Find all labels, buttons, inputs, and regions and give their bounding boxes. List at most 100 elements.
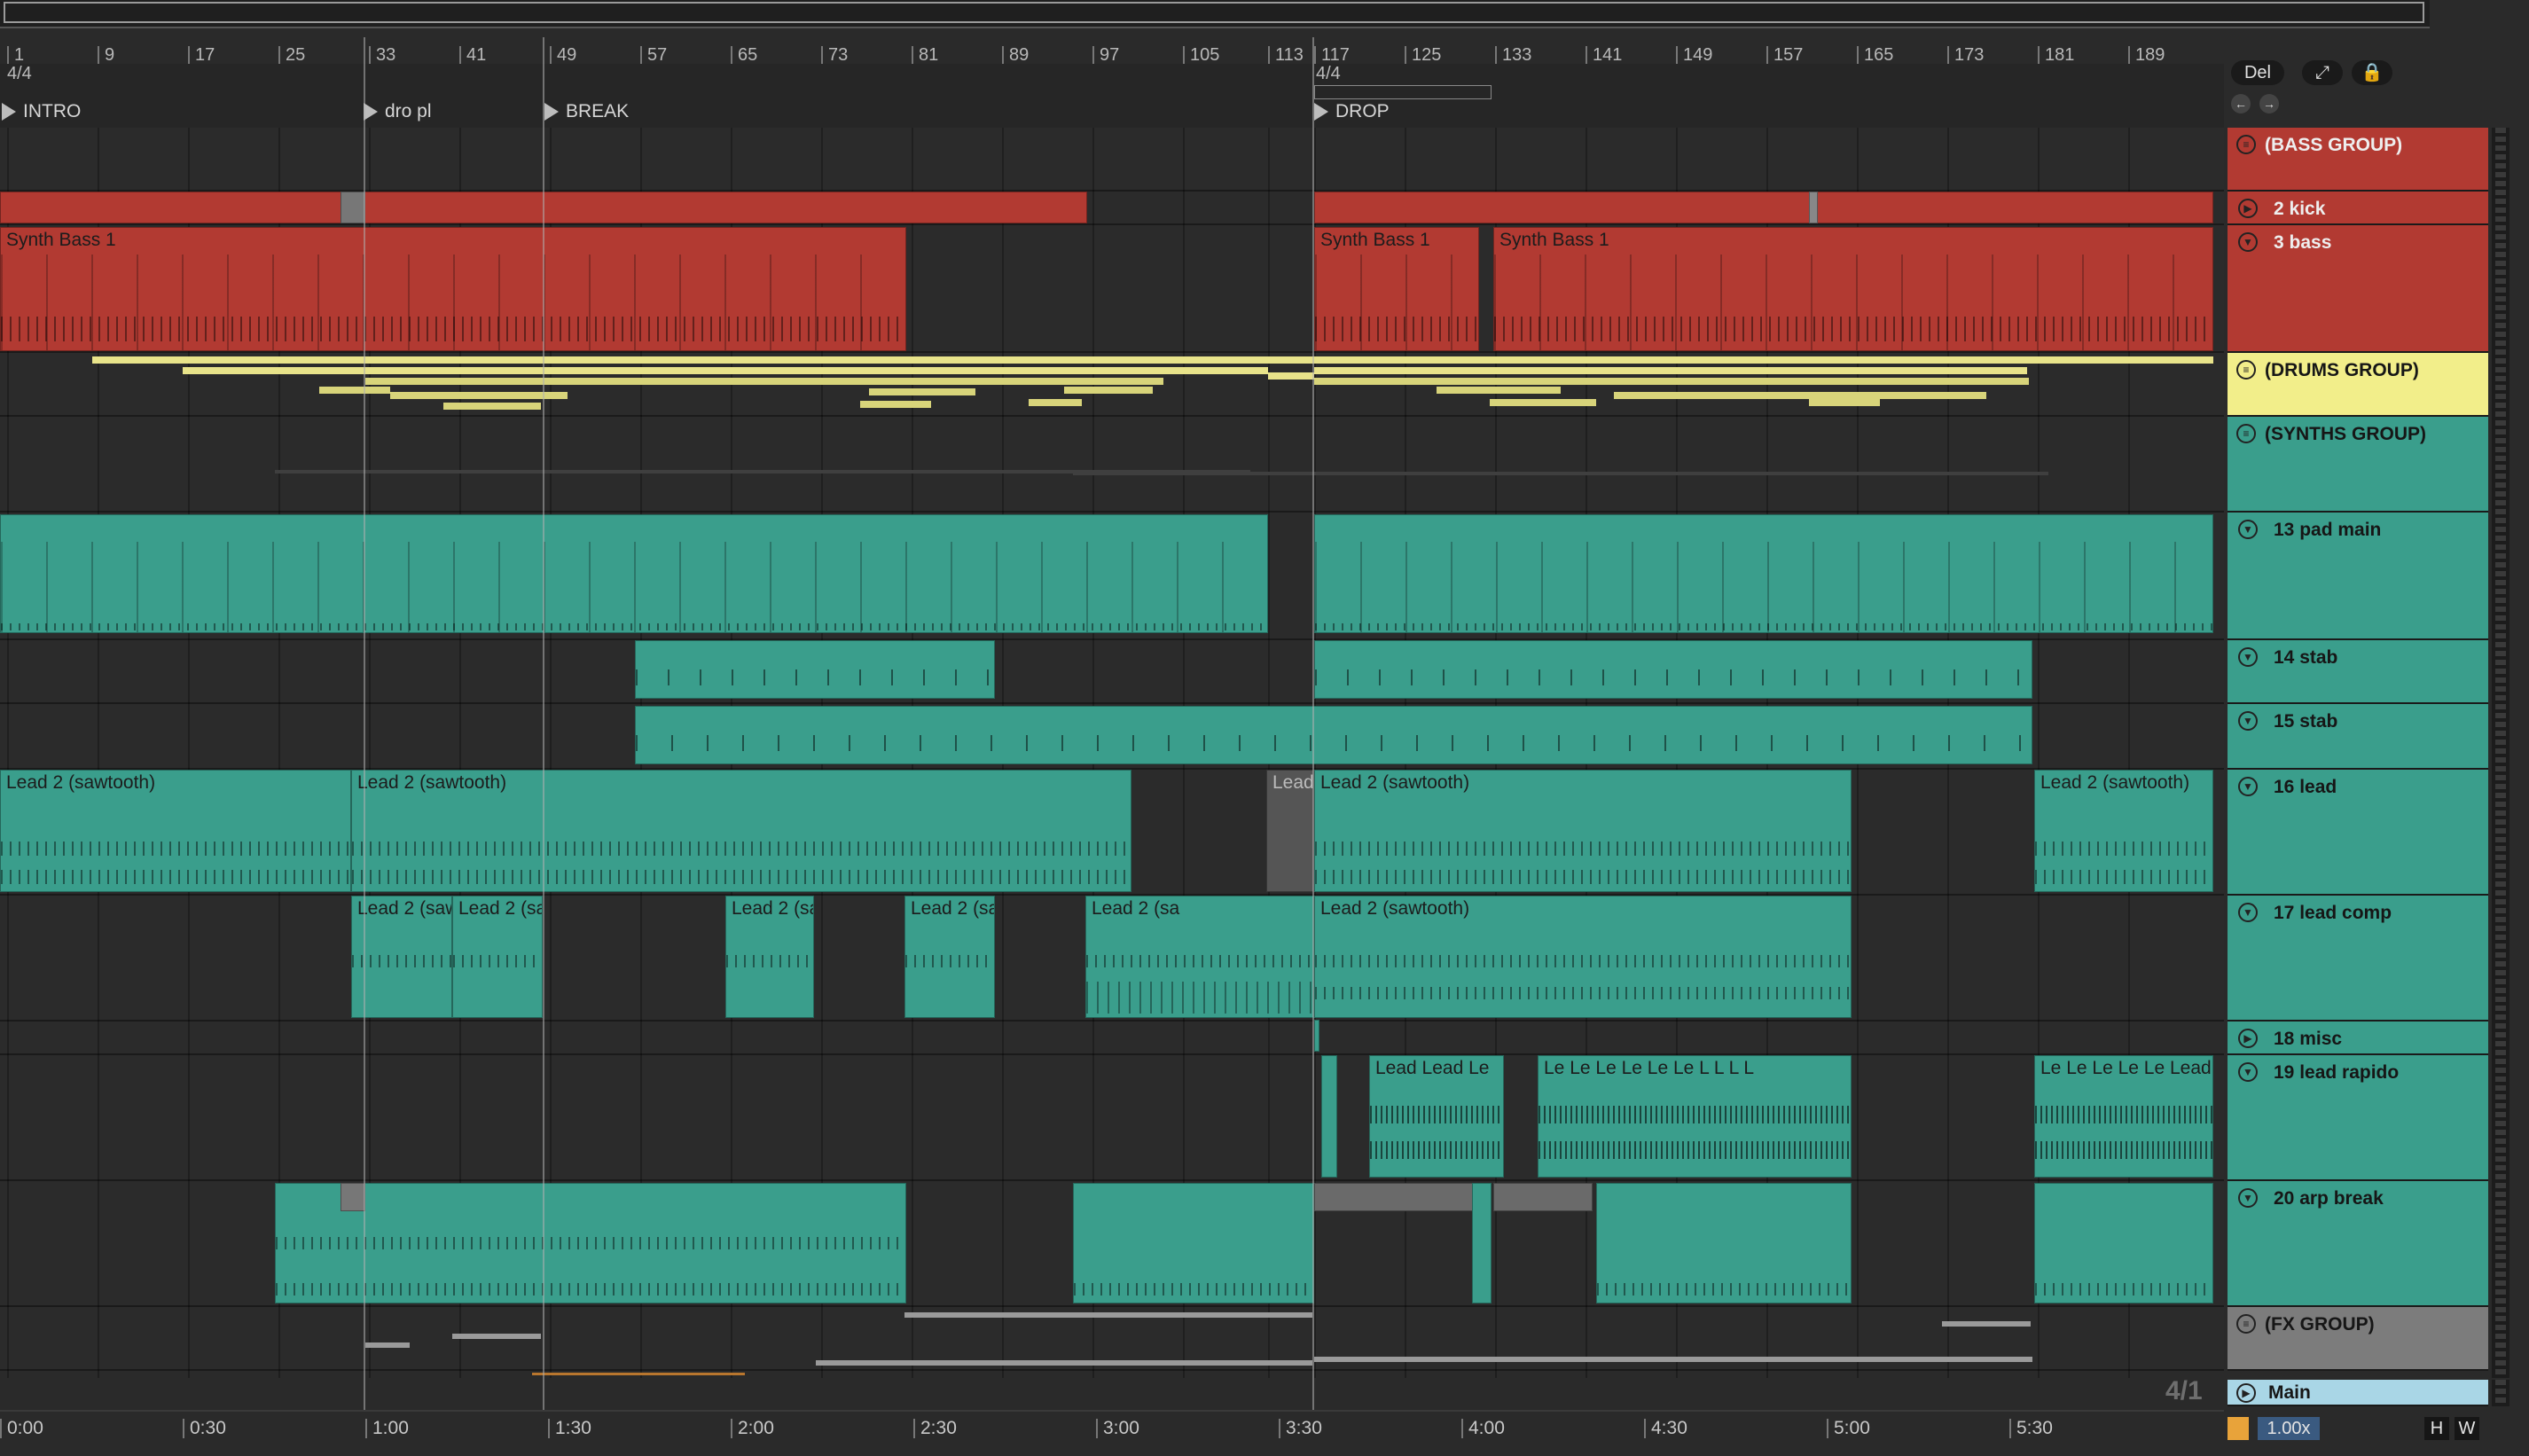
play-icon[interactable]: ▶: [2238, 1029, 2258, 1048]
clip-arp-disabled[interactable]: [1493, 1183, 1593, 1211]
clip-lead-comp[interactable]: Lead 2 (sa: [452, 896, 543, 1018]
collapse-icon[interactable]: ▼: [2238, 711, 2258, 731]
clip-synth-bass[interactable]: Synth Bass 1: [0, 227, 906, 351]
lane-bass-group[interactable]: [0, 128, 2224, 192]
clip-lead-rapido[interactable]: Le Le Le Le Le Lead 1: [2034, 1055, 2213, 1178]
track-header-bass[interactable]: ▼ 3 bass: [2228, 225, 2488, 353]
loop-brace[interactable]: [1314, 85, 1492, 99]
clip-pad-main[interactable]: [1314, 514, 2213, 633]
clip-lead[interactable]: Lead 2 (sawtooth): [0, 770, 351, 892]
track-header-arp-break[interactable]: ▼ 20 arp break: [2228, 1181, 2488, 1307]
clip-lead[interactable]: Lead 2 (sawtooth): [351, 770, 1131, 892]
time-signature-marker[interactable]: 4/4: [1316, 64, 1341, 84]
group-icon[interactable]: ≡: [2236, 1314, 2256, 1334]
locator-intro[interactable]: INTRO: [0, 101, 81, 122]
track-header-lead[interactable]: ▼ 16 lead: [2228, 770, 2488, 896]
collapse-icon[interactable]: ▼: [2238, 647, 2258, 667]
clip-synth-bass[interactable]: Synth Bass 1: [1493, 227, 2213, 351]
group-icon[interactable]: ≡: [2236, 360, 2256, 380]
clip-lead-comp[interactable]: Lead 2 (saw: [351, 896, 452, 1018]
locator-dro-pl[interactable]: dro pl: [362, 101, 432, 122]
lock-icon[interactable]: 🔒: [2352, 60, 2392, 85]
clip-lead-rapido[interactable]: Le Le Le Le Le Le L L L L: [1538, 1055, 1852, 1178]
clip-bass-group-overview[interactable]: [1314, 192, 2213, 223]
track-header-stab-14[interactable]: ▼ 14 stab: [2228, 640, 2488, 704]
track-name: 17 lead comp: [2274, 903, 2392, 923]
track-header-bass-group[interactable]: ≡ (BASS GROUP): [2228, 128, 2488, 192]
collapse-icon[interactable]: ▼: [2238, 777, 2258, 796]
clip-lead-comp[interactable]: Lead 2 (sa: [725, 896, 814, 1018]
clip-title: Lead 2 (sawtooth): [6, 772, 156, 793]
track-header-misc[interactable]: ▶ 18 misc: [2228, 1022, 2488, 1055]
lane-misc[interactable]: [0, 1022, 2224, 1055]
play-icon[interactable]: ▶: [2236, 1383, 2256, 1403]
clip-arp-break[interactable]: [1073, 1183, 1314, 1303]
overview-selection[interactable]: [4, 2, 2424, 23]
collapse-icon[interactable]: ▼: [2238, 1188, 2258, 1208]
bar-number: 41: [459, 46, 486, 64]
clip-kick-gap[interactable]: [341, 192, 365, 223]
clip-lead-rapido[interactable]: [1321, 1055, 1337, 1178]
track-header-lead-comp[interactable]: ▼ 17 lead comp: [2228, 896, 2488, 1022]
clip-arp-break[interactable]: [1472, 1183, 1492, 1303]
track-header-lead-rapido[interactable]: ▼ 19 lead rapido: [2228, 1055, 2488, 1181]
group-icon[interactable]: ≡: [2236, 424, 2256, 443]
drum-note-bar: [92, 356, 1314, 364]
clip-title: Lead 2 (sa: [732, 898, 814, 919]
collapse-icon[interactable]: ▼: [2238, 903, 2258, 922]
w-button[interactable]: W: [2455, 1417, 2479, 1440]
track-header-pad-main[interactable]: ▼ 13 pad main: [2228, 513, 2488, 640]
locator-drop[interactable]: DROP: [1312, 101, 1390, 122]
clip-notes: [1494, 317, 2212, 341]
track-header-stab-15[interactable]: ▼ 15 stab: [2228, 704, 2488, 770]
track-header-kick[interactable]: ▶ 2 kick: [2228, 192, 2488, 225]
clip-misc[interactable]: [1314, 1020, 1319, 1052]
clip-stab-14[interactable]: [1314, 640, 2032, 699]
locator-break[interactable]: BREAK: [543, 101, 629, 122]
clip-lead-rapido[interactable]: Lead Lead Le: [1369, 1055, 1504, 1178]
clip-stab-14[interactable]: [635, 640, 995, 699]
clip-arp-break[interactable]: [1596, 1183, 1852, 1303]
back-arrow-icon[interactable]: ←: [2231, 94, 2251, 114]
fx-bar: [452, 1334, 541, 1339]
collapse-icon[interactable]: ▼: [2238, 520, 2258, 539]
bar-ruler[interactable]: 1 9 17 25 33 41 49 57 65 73 81 89 97 105 113 117 125 133 1…: [0, 37, 2224, 64]
clip-arp-disabled[interactable]: [1314, 1183, 1477, 1211]
collapse-icon[interactable]: ▼: [2238, 1062, 2258, 1082]
grid-value[interactable]: 4/1: [2165, 1376, 2203, 1406]
clip-lead-comp[interactable]: Lead 2 (sa: [1085, 896, 1314, 1018]
zoom-value[interactable]: 1.00x: [2258, 1417, 2320, 1440]
clip-arp-break[interactable]: [275, 1183, 906, 1303]
clip-notes: [352, 955, 451, 967]
clip-lead-comp[interactable]: Lead 2 (sawtooth): [1314, 896, 1852, 1018]
locator-lane[interactable]: 4/4 4/4 INTRO dro pl BREAK DROP: [0, 64, 2224, 128]
clip-kick-gap[interactable]: [1809, 192, 1818, 223]
clip-stab-15[interactable]: [635, 706, 2032, 764]
expand-icon[interactable]: ⤢: [2302, 60, 2343, 85]
waveform-icon[interactable]: [2228, 1417, 2249, 1440]
delete-button[interactable]: Del: [2231, 60, 2284, 85]
play-icon[interactable]: ▶: [2238, 199, 2258, 218]
clip-pad-main[interactable]: [0, 514, 1268, 633]
h-button[interactable]: H: [2424, 1417, 2449, 1440]
forward-arrow-icon[interactable]: →: [2259, 94, 2279, 114]
time-ruler[interactable]: 0:00 0:30 1:00 1:30 2:00 2:30 3:00 3:30 4:00 4:30…: [0, 1410, 2224, 1456]
time-signature-marker[interactable]: 4/4: [7, 64, 32, 84]
fx-bar: [365, 1342, 410, 1348]
clip-lead[interactable]: Lead 2 (sawtooth): [1314, 770, 1852, 892]
clip-lead[interactable]: Lead 2 (sawtooth): [2034, 770, 2213, 892]
lane-synths-group[interactable]: [0, 417, 2224, 513]
track-header-synths-group[interactable]: ≡ (SYNTHS GROUP): [2228, 417, 2488, 513]
arrangement-overview[interactable]: [0, 0, 2430, 28]
clip-arp-gap[interactable]: [341, 1183, 365, 1211]
track-header-fx-group[interactable]: ≡ (FX GROUP): [2228, 1307, 2488, 1371]
collapse-icon[interactable]: ▼: [2238, 232, 2258, 252]
track-header-main[interactable]: ▶ Main: [2228, 1380, 2488, 1406]
group-icon[interactable]: ≡: [2236, 135, 2256, 154]
clip-synth-bass[interactable]: Synth Bass 1: [1314, 227, 1479, 351]
clip-lead-comp[interactable]: Lead 2 (sa: [904, 896, 995, 1018]
clip-lead-disabled[interactable]: Lead: [1266, 770, 1314, 892]
clip-arp-break[interactable]: [2034, 1183, 2213, 1303]
track-header-drums-group[interactable]: ≡ (DRUMS GROUP): [2228, 353, 2488, 417]
lane-lead-rapido[interactable]: [0, 1055, 2224, 1181]
